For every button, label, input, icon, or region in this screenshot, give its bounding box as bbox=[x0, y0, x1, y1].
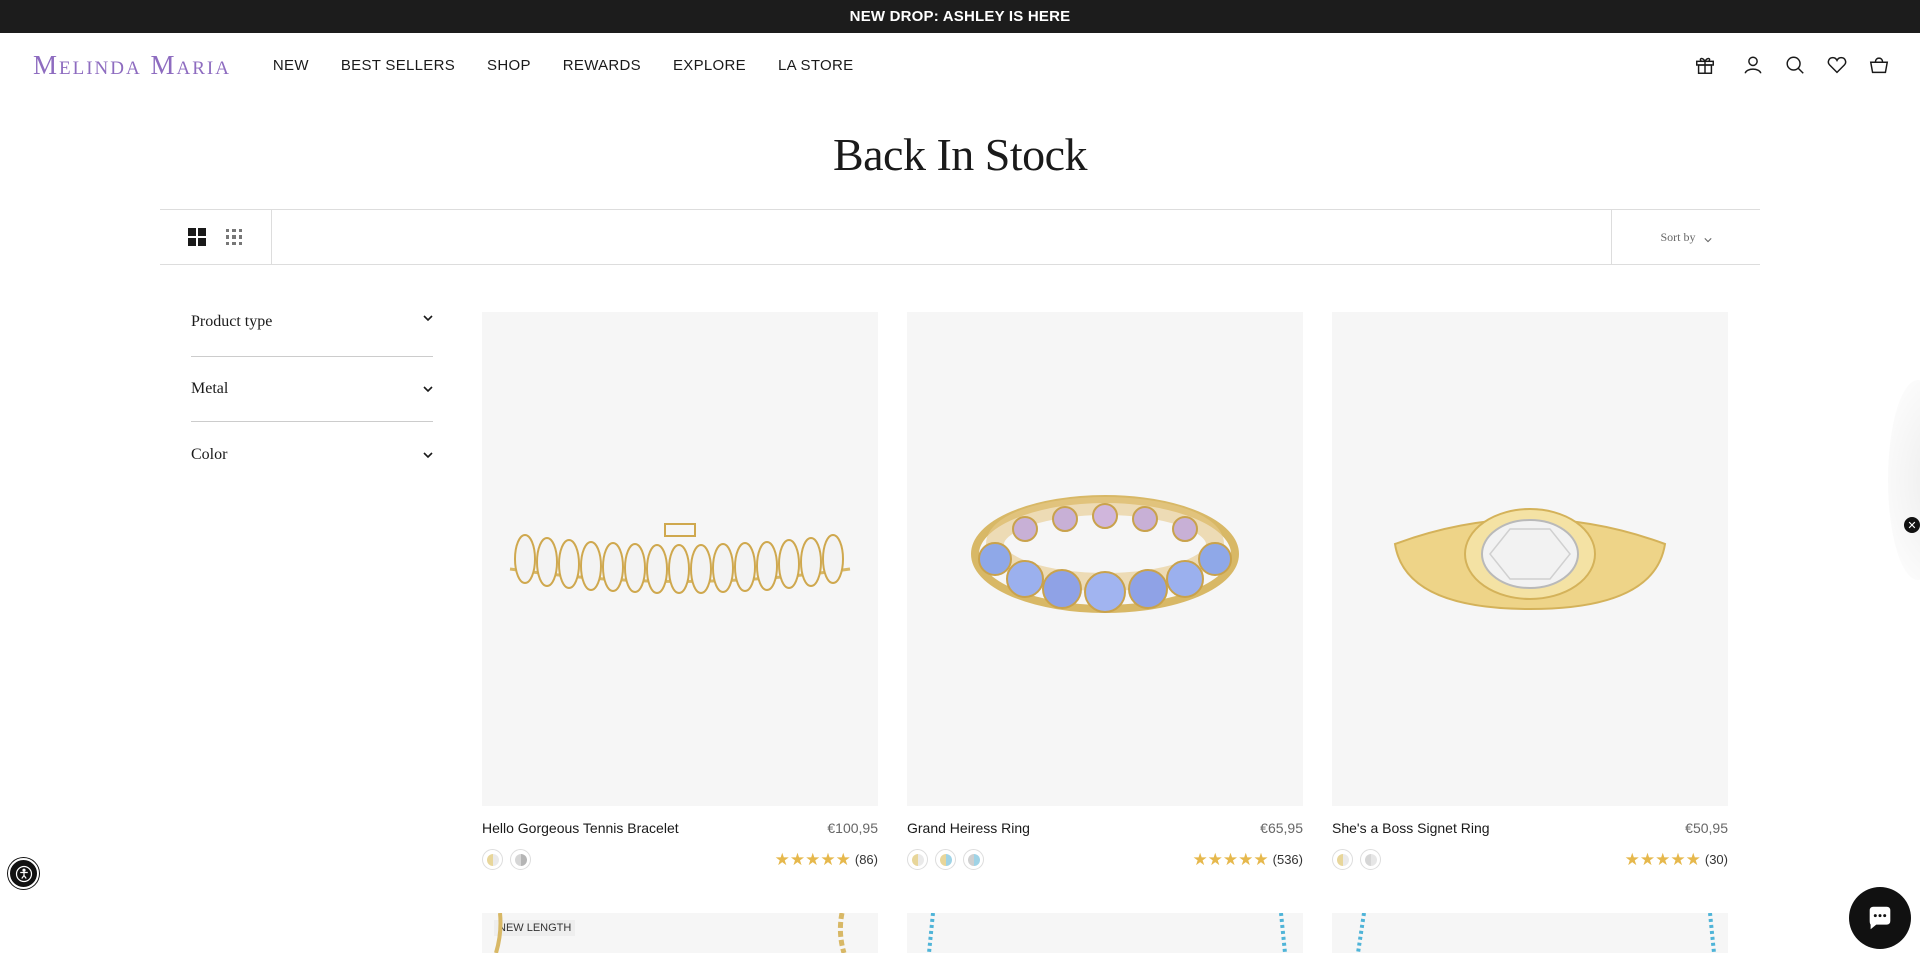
product-name[interactable]: Hello Gorgeous Tennis Bracelet bbox=[482, 820, 679, 836]
swatch-silver[interactable] bbox=[510, 849, 531, 870]
opal-ring-image bbox=[971, 495, 1239, 613]
site-logo[interactable]: Melinda Maria bbox=[33, 50, 231, 81]
nav-item-best-sellers[interactable]: BEST SELLERS bbox=[341, 57, 455, 74]
swatch-gold[interactable] bbox=[907, 849, 928, 870]
chevron-down-icon bbox=[423, 386, 433, 393]
product-rating[interactable]: ★★★★★ (86) bbox=[775, 850, 878, 870]
tennis-bracelet-image bbox=[509, 523, 851, 594]
swatch-silver-turquoise[interactable] bbox=[963, 849, 984, 870]
product-card-partial[interactable]: NEW LENGTH bbox=[482, 913, 878, 953]
product-card: Grand Heiress Ring €65,95 ★★★★★ (536) bbox=[907, 312, 1303, 870]
sort-by-label: Sort by bbox=[1660, 229, 1696, 244]
filter-color[interactable]: Color bbox=[191, 422, 433, 487]
gift-icon[interactable] bbox=[1694, 54, 1716, 76]
product-card: Hello Gorgeous Tennis Bracelet €100,95 ★… bbox=[482, 312, 878, 870]
page-title: Back In Stock bbox=[832, 129, 1088, 180]
filter-metal[interactable]: Metal bbox=[191, 357, 433, 422]
chat-icon[interactable] bbox=[1849, 887, 1911, 949]
nav-item-rewards[interactable]: REWARDS bbox=[563, 57, 641, 74]
announcement-bar[interactable]: NEW DROP: ASHLEY IS HERE bbox=[0, 0, 1920, 33]
collection-toolbar: Sort by bbox=[160, 209, 1760, 265]
nav-item-new[interactable]: NEW bbox=[273, 57, 309, 74]
product-image[interactable] bbox=[1332, 312, 1728, 806]
filter-label: Color bbox=[191, 445, 228, 463]
nav-item-la-store[interactable]: LA STORE bbox=[778, 57, 854, 74]
turquoise-necklace-image bbox=[1356, 913, 1716, 953]
close-icon[interactable]: ✕ bbox=[1904, 517, 1920, 533]
announcement-text[interactable]: NEW DROP: ASHLEY IS HERE bbox=[850, 8, 1071, 25]
product-image[interactable] bbox=[907, 312, 1303, 806]
turquoise-necklace-image bbox=[927, 913, 1287, 953]
signet-ring-image bbox=[1393, 508, 1667, 611]
grid-view-toggles bbox=[160, 210, 272, 264]
review-count: (30) bbox=[1704, 852, 1728, 867]
review-count: (86) bbox=[854, 852, 878, 867]
site-header: Melinda Maria NEW BEST SELLERS SHOP REWA… bbox=[0, 33, 1920, 97]
side-popup-edge bbox=[1888, 380, 1920, 580]
product-card-partial[interactable] bbox=[907, 913, 1303, 953]
color-swatches bbox=[482, 849, 531, 870]
color-swatches bbox=[1332, 849, 1381, 870]
swatch-gold-turquoise[interactable] bbox=[935, 849, 956, 870]
filter-label: Product type bbox=[191, 313, 273, 330]
header-icons bbox=[1694, 33, 1890, 97]
chevron-down-icon bbox=[1703, 233, 1712, 243]
product-price: €100,95 bbox=[827, 820, 878, 836]
grid-3-column-icon[interactable] bbox=[225, 228, 243, 246]
star-rating-icon: ★★★★★ bbox=[1624, 849, 1701, 869]
accessibility-icon[interactable] bbox=[8, 858, 39, 889]
swatch-gold[interactable] bbox=[1332, 849, 1353, 870]
color-swatches bbox=[907, 849, 984, 870]
product-card-partial[interactable] bbox=[1332, 913, 1728, 953]
sort-by-dropdown[interactable]: Sort by bbox=[1611, 210, 1760, 264]
filter-sidebar: Product type Metal Color bbox=[191, 303, 433, 487]
account-icon[interactable] bbox=[1742, 54, 1764, 76]
product-name[interactable]: She's a Boss Signet Ring bbox=[1332, 820, 1490, 836]
swatch-gold[interactable] bbox=[482, 849, 503, 870]
filter-product-type[interactable]: Product type bbox=[191, 303, 433, 357]
cart-icon[interactable] bbox=[1868, 54, 1890, 76]
wishlist-icon[interactable] bbox=[1826, 54, 1848, 76]
product-card: She's a Boss Signet Ring €50,95 ★★★★★ (3… bbox=[1332, 312, 1728, 870]
filter-label: Metal bbox=[191, 380, 229, 397]
chain-necklace-image bbox=[494, 913, 847, 953]
star-rating-icon: ★★★★★ bbox=[774, 849, 851, 869]
nav-item-shop[interactable]: SHOP bbox=[487, 57, 531, 74]
product-name[interactable]: Grand Heiress Ring bbox=[907, 820, 1030, 836]
chevron-down-icon bbox=[423, 451, 433, 458]
swatch-silver[interactable] bbox=[1360, 849, 1381, 870]
nav-item-explore[interactable]: EXPLORE bbox=[673, 57, 746, 74]
product-rating[interactable]: ★★★★★ (30) bbox=[1625, 850, 1728, 870]
product-image[interactable] bbox=[482, 312, 878, 806]
product-price: €65,95 bbox=[1260, 820, 1303, 836]
grid-2-column-icon[interactable] bbox=[188, 228, 206, 246]
product-price: €50,95 bbox=[1685, 820, 1728, 836]
review-count: (536) bbox=[1272, 852, 1303, 867]
star-rating-icon: ★★★★★ bbox=[1192, 849, 1269, 869]
search-icon[interactable] bbox=[1784, 54, 1806, 76]
product-rating[interactable]: ★★★★★ (536) bbox=[1192, 850, 1303, 870]
chevron-down-icon bbox=[423, 315, 433, 322]
main-nav: NEW BEST SELLERS SHOP REWARDS EXPLORE LA… bbox=[273, 57, 886, 74]
